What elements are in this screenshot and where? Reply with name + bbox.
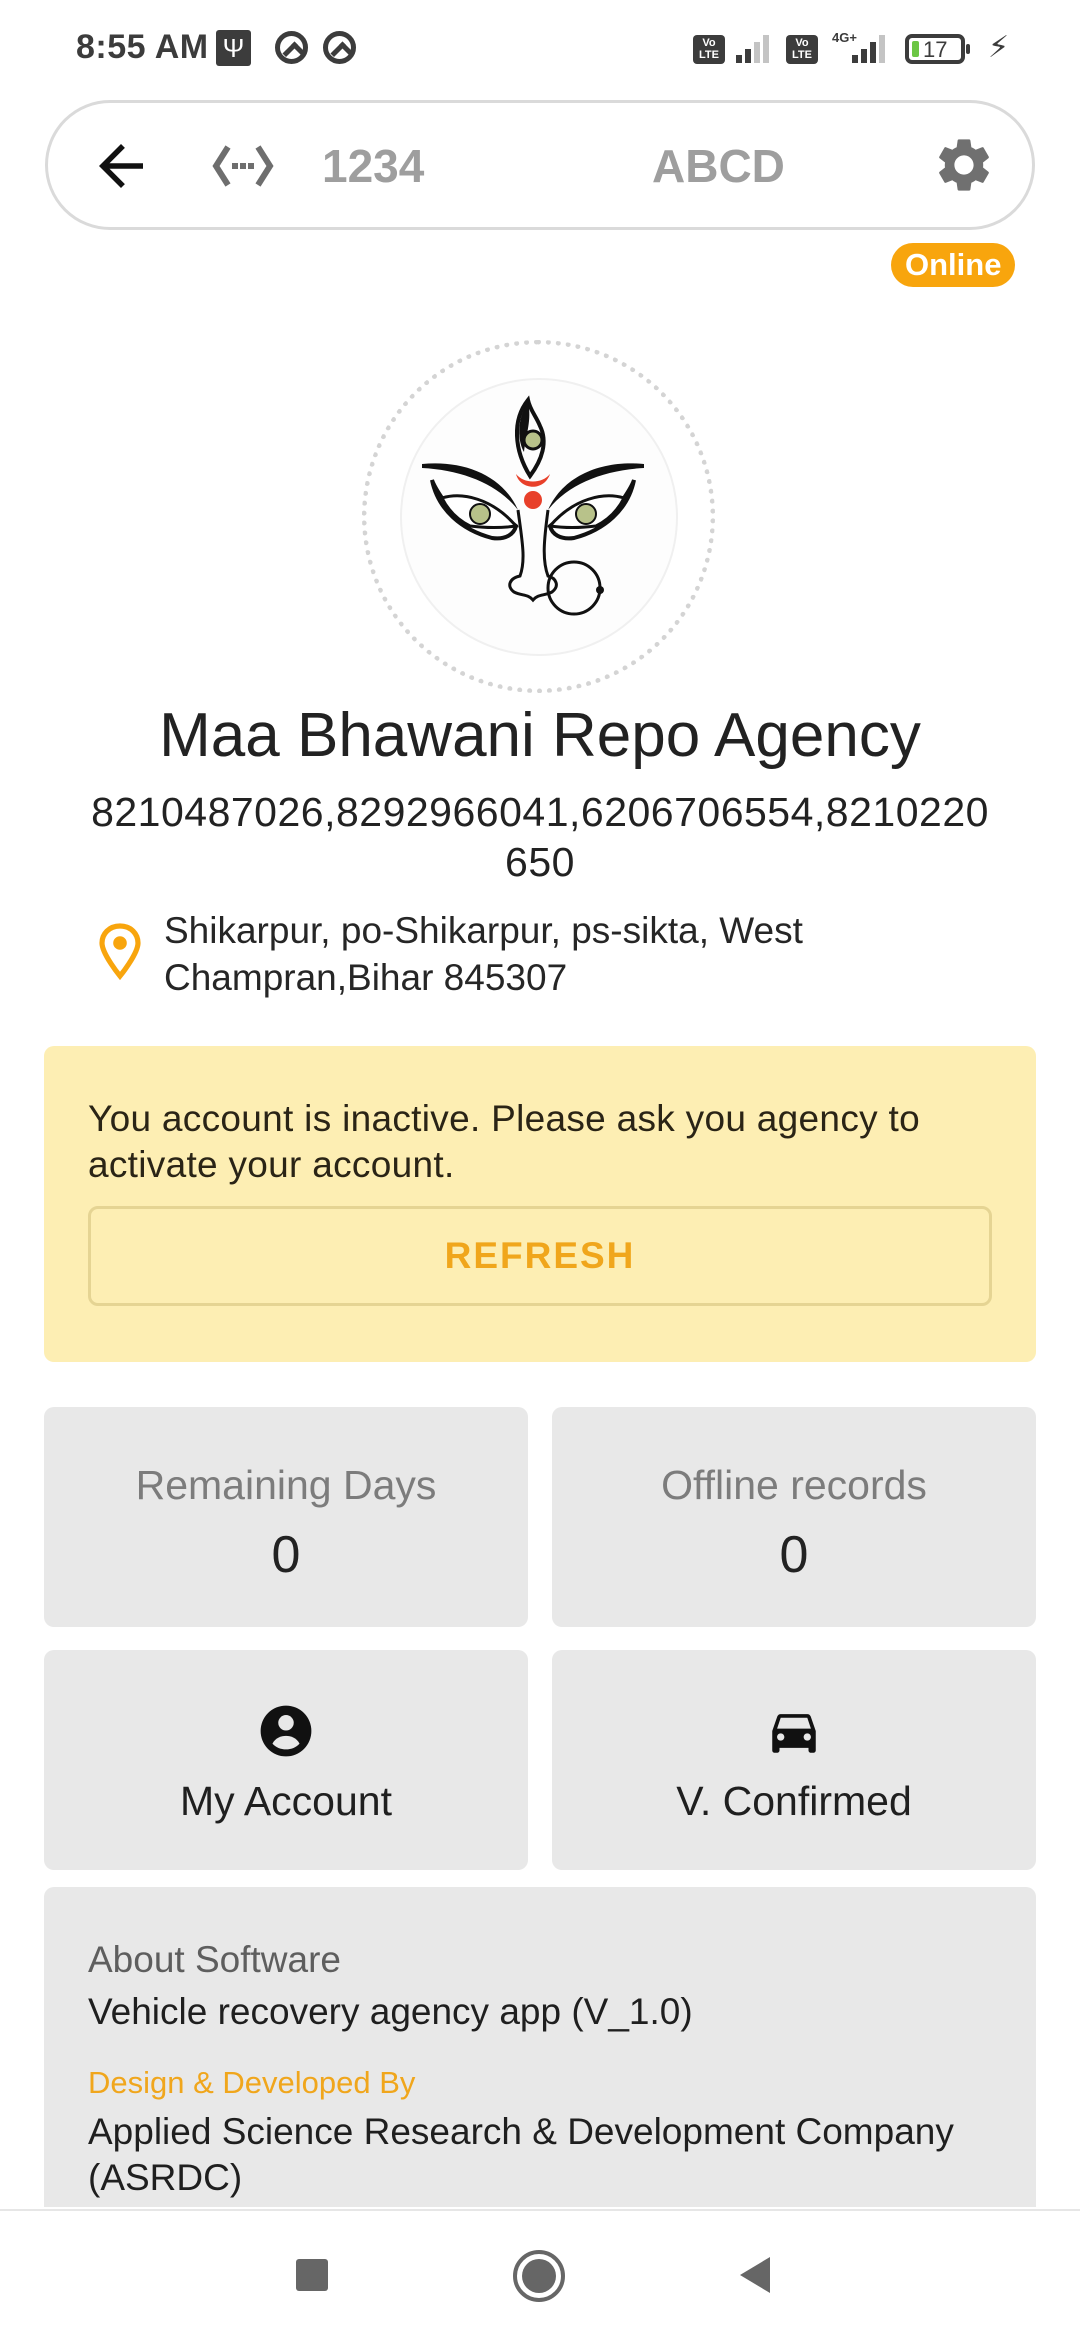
battery-icon: 17 [905,34,970,64]
agency-phone-numbers: 8210487026,8292966041,6206706554,8210220… [91,789,989,885]
online-status-badge: Online [891,243,1016,287]
stat-label: Remaining Days [135,1462,437,1508]
stat-value: 0 [271,1526,301,1584]
recent-apps-button[interactable] [296,2259,328,2291]
settings-button[interactable] [932,133,996,197]
usb-icon: Ψ [216,30,251,66]
device-id: 1234 [322,140,425,192]
developer-label: Design & Developed By [88,2065,416,2100]
action-label: My Account [180,1778,392,1824]
stat-label: Offline records [661,1462,927,1508]
home-button[interactable] [513,2250,565,2302]
status-bar: 8:55 AM Ψ Vo LTE Vo LTE 4G+ 17 ⚡︎ [0,0,1080,96]
agency-name: Maa Bhawani Repo Agency [159,701,921,770]
user-name: ABCD [652,140,785,192]
system-back-button[interactable] [740,2257,770,2293]
stat-value: 0 [779,1526,809,1584]
settings-ethernet-icon [210,143,276,189]
location-pin-icon [96,922,144,982]
top-bar: 1234 ABCD [45,100,1035,230]
refresh-button[interactable]: REFRESH [88,1206,992,1306]
battery-level: 17 [923,37,948,62]
about-title: About Software [88,1939,341,1980]
signal-strength-icon [736,33,769,63]
warning-message: You account is inactive. Please ask you … [88,1098,920,1185]
notification-app-icon [275,31,308,64]
volte-icon: Vo LTE [693,35,725,64]
back-button[interactable] [88,133,154,199]
developer-name: Applied Science Research & Development C… [88,2111,954,2198]
action-label: V. Confirmed [676,1778,912,1824]
gear-icon [939,139,989,191]
agency-address: Shikarpur, po-Shikarpur, ps-sikta, West … [164,910,803,998]
app-name-version: Vehicle recovery agency app (V_1.0) [88,1991,693,2032]
goddess-face-logo [422,395,644,616]
volte-icon: Vo LTE [786,35,818,64]
about-software-card: About Software Vehicle recovery agency a… [44,1887,1036,2207]
car-icon [765,1702,823,1760]
arrow-left-icon [99,144,143,188]
status-time: 8:55 AM [76,28,209,66]
notification-app-icon [323,31,356,64]
account-circle-icon [257,1702,315,1760]
system-navigation-bar [0,2209,1080,2340]
remaining-days-tile: Remaining Days 0 [44,1407,528,1627]
charging-icon: ⚡︎ [988,31,1010,64]
my-account-button[interactable]: My Account [44,1650,528,1870]
inactive-account-warning: You account is inactive. Please ask you … [44,1046,1036,1362]
signal-strength-icon [852,33,885,63]
offline-records-tile[interactable]: Offline records 0 [552,1407,1036,1627]
vehicle-confirmed-button[interactable]: V. Confirmed [552,1650,1036,1870]
agency-logo [400,378,678,656]
